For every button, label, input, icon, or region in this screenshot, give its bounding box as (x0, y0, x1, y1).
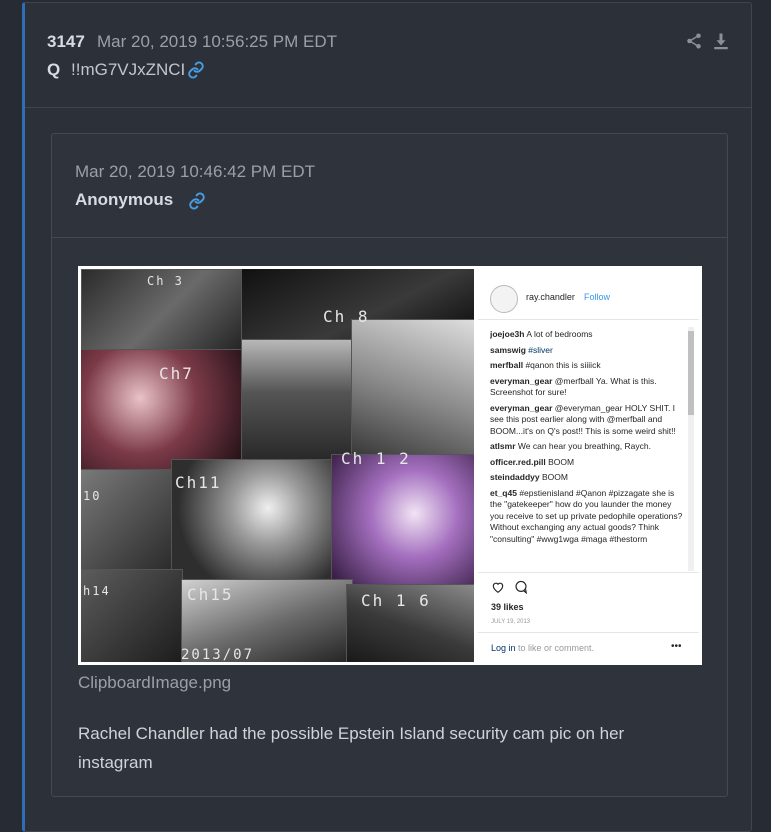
camera-timestamp: 2013/07 (181, 647, 255, 662)
instagram-panel: ray.chandler Follow joejoe3h A lot of be… (478, 269, 699, 662)
follow-link: Follow (584, 292, 611, 302)
referenced-post-date: Mar 20, 2019 10:46:42 PM EDT (75, 162, 316, 181)
image-filename-link[interactable]: ClipboardImage.png (78, 673, 231, 693)
post-date: Mar 20, 2019 10:56:25 PM EDT (97, 32, 338, 51)
referenced-post-author: Anonymous (75, 190, 174, 209)
likes-count: 39 likes (491, 602, 524, 612)
channel-label: 10 (83, 489, 102, 503)
channel-label: Ch 1 2 (341, 449, 411, 468)
instagram-comments: joejoe3h A lot of bedrooms samswig #sliv… (490, 329, 686, 571)
post-author: Q (47, 60, 61, 79)
post-card: 3147 Mar 20, 2019 10:56:25 PM EDT Q !!mG… (22, 2, 752, 832)
more-icon: ••• (671, 641, 682, 652)
list-item: joejoe3h A lot of bedrooms (490, 329, 593, 339)
channel-label: Ch11 (175, 473, 222, 492)
list-item: everyman_gear @merfball Ya. What is this… (490, 375, 657, 398)
download-icon[interactable] (712, 32, 730, 50)
channel-label: h14 (83, 584, 111, 598)
channel-label: Ch7 (159, 364, 194, 383)
channel-label: Ch 3 (147, 274, 184, 288)
list-item: et_q45 #epstienisland #Qanon #pizzagate … (490, 487, 683, 544)
list-item: atlsmr We can hear you breathing, Raych. (490, 441, 651, 451)
link-icon[interactable] (188, 192, 206, 210)
post-message: Rachel Chandler had the possible Epstein… (78, 724, 625, 772)
list-item: merfball #qanon this is siiiick (490, 360, 601, 370)
list-item: steindaddyy BOOM (490, 472, 568, 482)
channel-label: Ch 8 (323, 307, 370, 326)
channel-label: Ch15 (187, 585, 234, 604)
comments-scrollbar-thumb (688, 331, 694, 415)
channel-label: Ch 1 6 (361, 591, 431, 610)
post-tripcode: !!mG7VJxZNCI (71, 60, 186, 79)
referenced-post-header: Mar 20, 2019 10:46:42 PM EDT Anonymous (52, 134, 727, 238)
instagram-username: ray.chandler (526, 292, 575, 302)
post-number[interactable]: 3147 (47, 32, 85, 52)
share-icon[interactable] (685, 32, 703, 50)
list-item: everyman_gear @everyman_gear HOLY SHIT. … (490, 402, 676, 436)
instagram-post-date: JULY 19, 2013 (491, 619, 531, 625)
comment-icon (514, 580, 528, 595)
list-item: officer.red.pill BOOM (490, 456, 575, 467)
avatar (490, 285, 518, 313)
link-icon[interactable] (187, 61, 205, 79)
login-prompt: Log in to like or comment. (491, 643, 595, 653)
heart-icon (491, 580, 505, 594)
list-item: samswig #sliver (490, 344, 553, 355)
security-camera-grid: Ch 3 Ch 8 Ch7 Ch 1 2 Ch11 10 h14 Ch15 Ch… (81, 269, 474, 662)
attached-image[interactable]: Ch 3 Ch 8 Ch7 Ch 1 2 Ch11 10 h14 Ch15 Ch… (78, 266, 702, 665)
post-header: 3147 Mar 20, 2019 10:56:25 PM EDT Q !!mG… (25, 3, 751, 108)
referenced-post: Mar 20, 2019 10:46:42 PM EDT Anonymous C… (51, 133, 728, 797)
